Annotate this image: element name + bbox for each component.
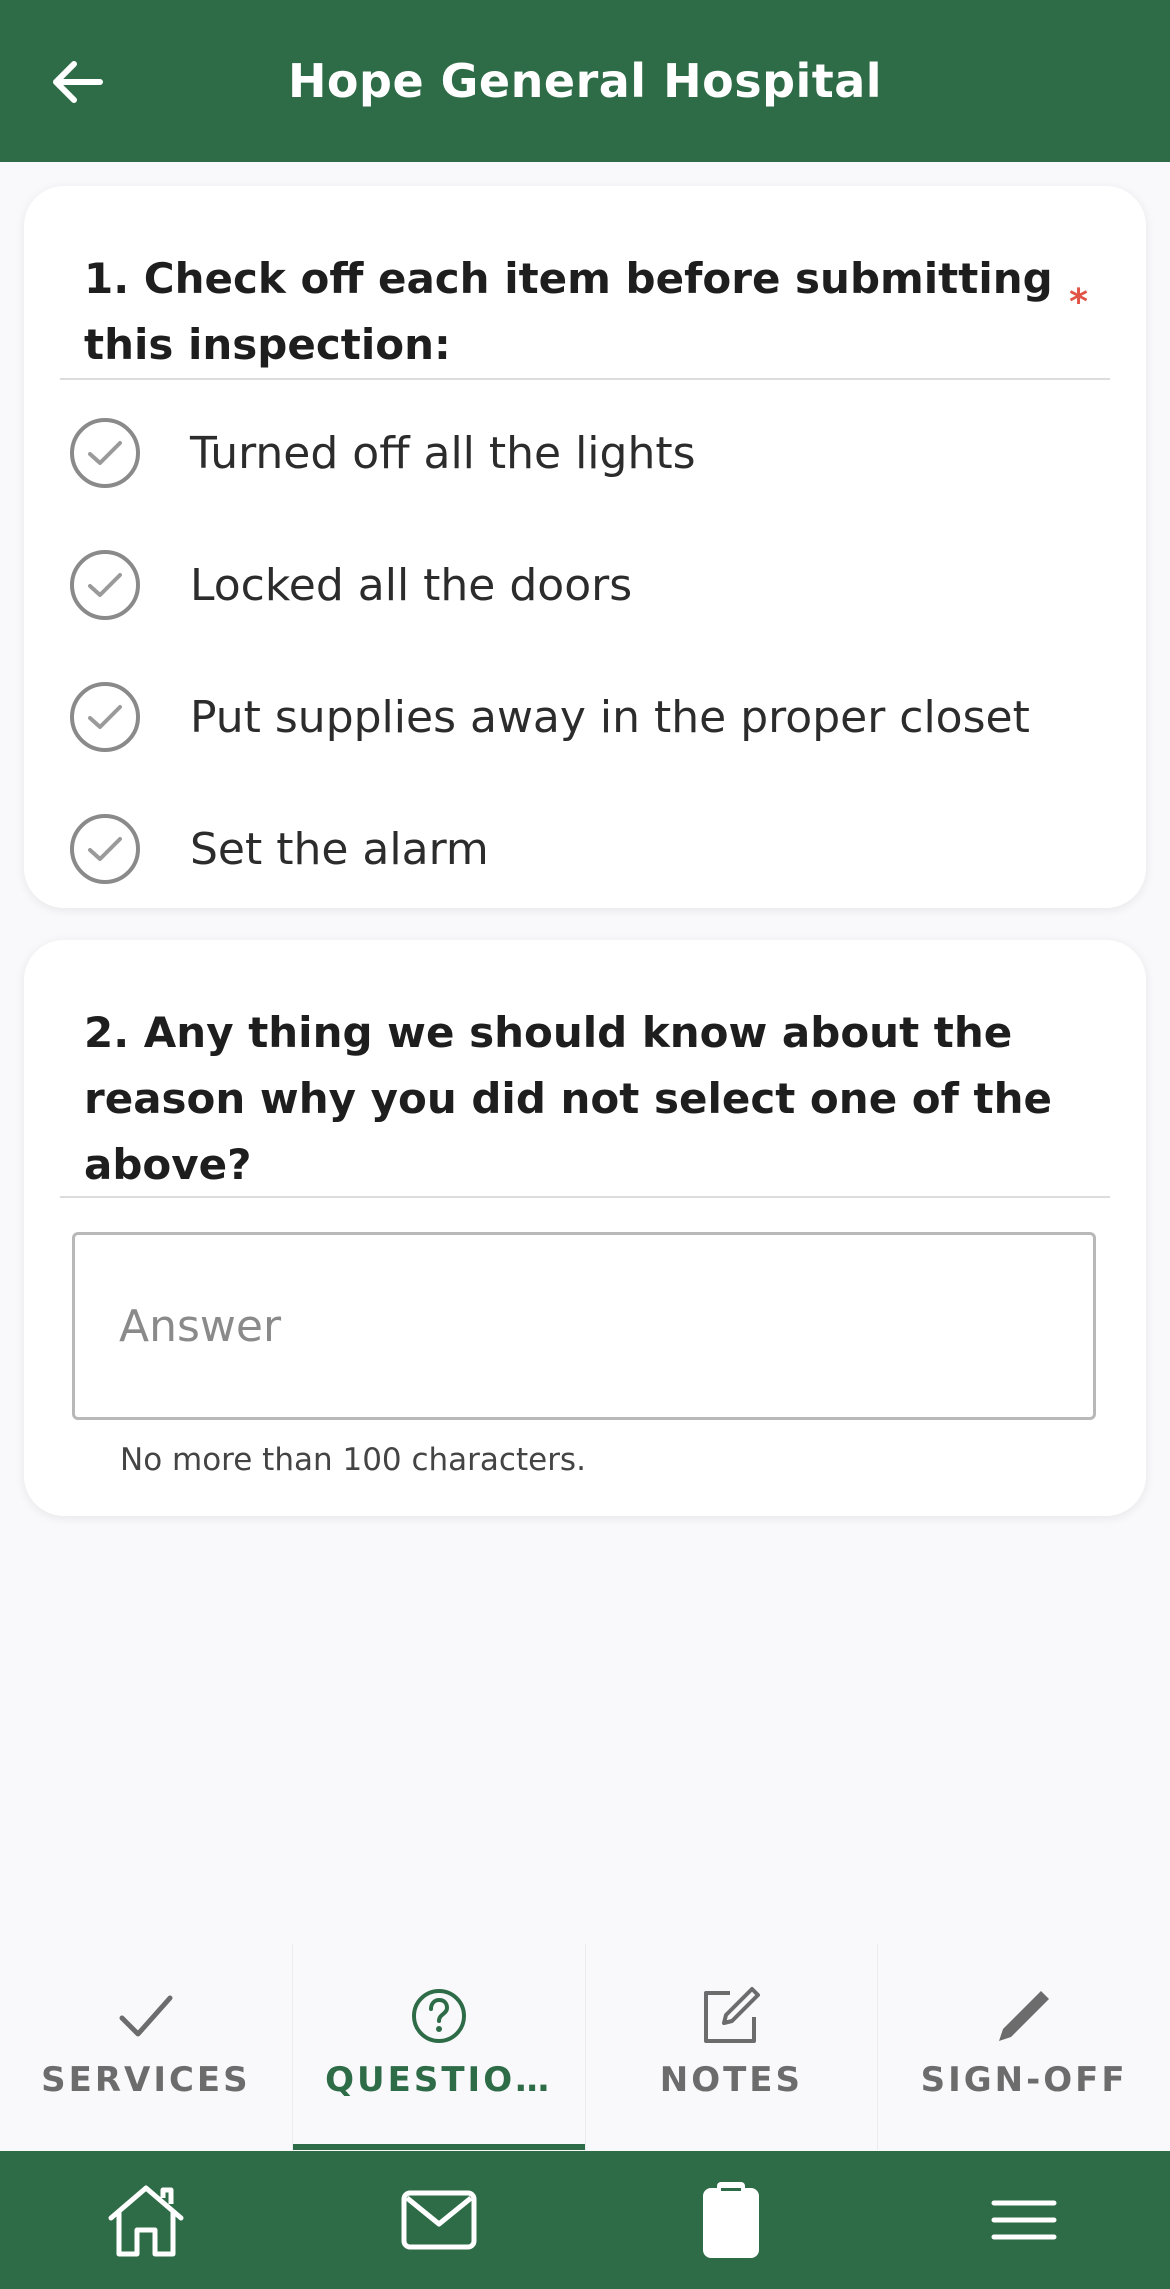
- arrow-left-icon: [53, 61, 103, 103]
- tab-label: SIGN-OFF: [920, 2060, 1128, 2100]
- required-mark: *: [1069, 282, 1088, 323]
- home-icon: [108, 2185, 184, 2257]
- edit-note-icon: [704, 1987, 761, 2043]
- back-button[interactable]: [44, 50, 108, 114]
- answer-input[interactable]: [72, 1232, 1096, 1420]
- character-limit-hint: No more than 100 characters.: [120, 1442, 586, 1478]
- check-circle-icon: [70, 550, 140, 620]
- tab-label: QUESTIO…: [325, 2060, 553, 2100]
- checklist-item-alarm[interactable]: Set the alarm: [70, 804, 1110, 894]
- check-icon: [119, 1995, 173, 2037]
- section-tabs: SERVICES QUESTIO… NOTES SIGN-OFF: [0, 1944, 1170, 2150]
- nav-home[interactable]: [0, 2151, 293, 2289]
- checklist-item-label: Turned off all the lights: [190, 427, 696, 479]
- check-circle-icon: [70, 682, 140, 752]
- page-title: Hope General Hospital: [287, 54, 883, 108]
- checklist-item-label: Put supplies away in the proper closet: [190, 691, 1030, 743]
- check-circle-icon: [70, 814, 140, 884]
- clipboard-icon: [703, 2182, 760, 2258]
- checklist-item-label: Set the alarm: [190, 823, 489, 875]
- question-card-1: 1. Check off each item before submitting…: [24, 186, 1146, 908]
- tab-notes[interactable]: NOTES: [584, 1944, 878, 2150]
- question-1-title: 1. Check off each item before submitting…: [84, 254, 1053, 369]
- divider: [60, 1196, 1110, 1198]
- tab-sign-off[interactable]: SIGN-OFF: [877, 1944, 1170, 2150]
- menu-icon: [991, 2200, 1057, 2240]
- mail-icon: [401, 2190, 477, 2250]
- tab-label: SERVICES: [41, 2060, 251, 2100]
- checklist-item-doors[interactable]: Locked all the doors: [70, 540, 1110, 630]
- pencil-icon: [999, 1991, 1050, 2041]
- tab-questions[interactable]: QUESTIO…: [291, 1944, 585, 2150]
- question-card-2: 2. Any thing we should know about the re…: [24, 940, 1146, 1516]
- nav-inspections[interactable]: [585, 2151, 878, 2289]
- tab-label: NOTES: [659, 2060, 803, 2100]
- checklist-item-lights[interactable]: Turned off all the lights: [70, 408, 1110, 498]
- question-circle-icon: [411, 1989, 466, 2043]
- nav-menu[interactable]: [878, 2151, 1170, 2289]
- divider: [60, 378, 1110, 380]
- app-header: Hope General Hospital: [0, 0, 1170, 162]
- tab-services[interactable]: SERVICES: [0, 1944, 292, 2150]
- check-circle-icon: [70, 418, 140, 488]
- nav-messages[interactable]: [293, 2151, 586, 2289]
- checklist-item-supplies[interactable]: Put supplies away in the proper closet: [70, 672, 1110, 762]
- checklist-item-label: Locked all the doors: [190, 559, 633, 611]
- bottom-navigation: [0, 2151, 1170, 2289]
- question-2-title: 2. Any thing we should know about the re…: [84, 1008, 1053, 1189]
